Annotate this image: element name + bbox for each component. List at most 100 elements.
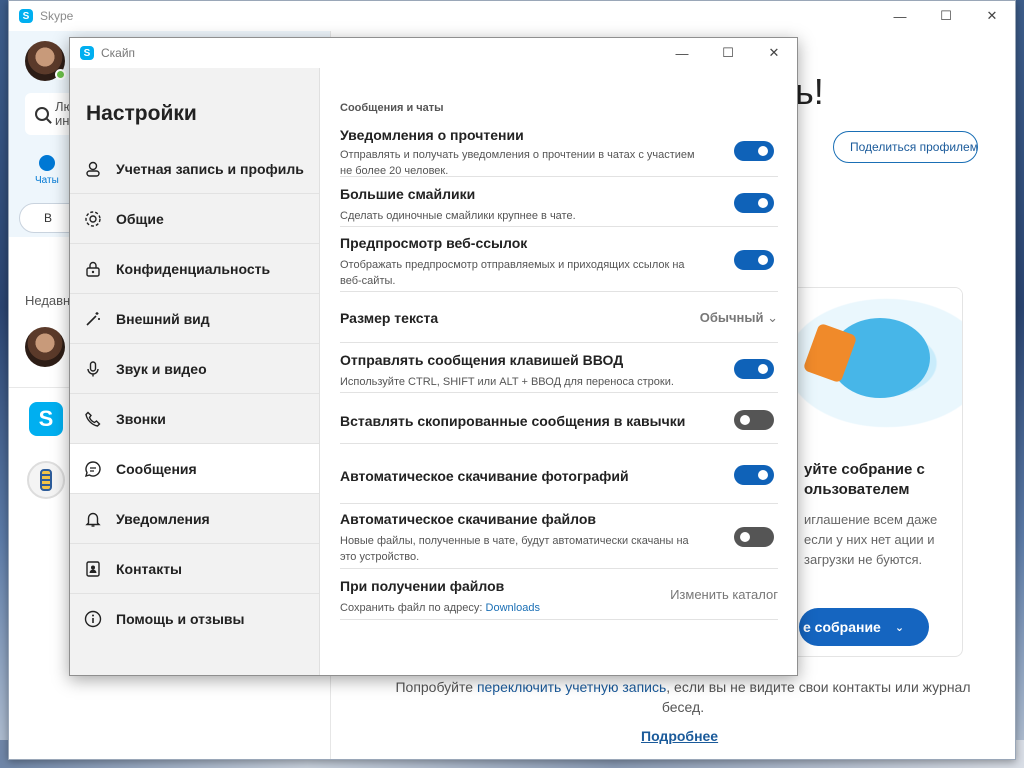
enter-to-send-toggle[interactable]: [734, 359, 774, 379]
setting-read-receipts: Уведомления о прочтении Отправлять и пол…: [340, 120, 778, 177]
skype-logo-icon: S: [80, 46, 94, 60]
settings-nav: Настройки Учетная запись и профиль Общие…: [70, 68, 320, 675]
nav-item-privacy[interactable]: Конфиденциальность: [70, 244, 319, 294]
start-meeting-button[interactable]: е собрание ⌄: [799, 608, 929, 646]
setting-title: Отправлять сообщения клавишей ВВОД: [340, 352, 624, 368]
nav-item-appearance[interactable]: Внешний вид: [70, 294, 319, 344]
meet-card-text: иглашение всем даже если у них нет ации …: [804, 512, 938, 567]
avatar[interactable]: [25, 41, 66, 81]
nav-label: Звонки: [116, 410, 166, 427]
chevron-down-icon: ⌄: [767, 310, 778, 325]
recent-chat-avatar[interactable]: [25, 327, 65, 367]
setting-description: Новые файлы, полученные в чате, будут ав…: [340, 535, 689, 563]
window-title: Skype: [40, 9, 74, 23]
setting-description: Отображать предпросмотр отправляемых и п…: [340, 259, 685, 287]
lock-icon: [82, 258, 104, 280]
tab-chats-label: Чаты: [35, 175, 59, 186]
chat-bubble-icon: [38, 155, 55, 171]
dialog-close-button[interactable]: ✕: [751, 38, 797, 68]
nav-item-account[interactable]: Учетная запись и профиль: [70, 144, 319, 194]
greeting-text: ь!: [795, 71, 824, 112]
text-size-value: Обычный: [699, 310, 764, 325]
main-titlebar: S Skype — ☐ ✕: [9, 1, 1015, 31]
setting-enter-to-send: Отправлять сообщения клавишей ВВОД Испол…: [340, 343, 778, 393]
nav-item-help[interactable]: Помощь и отзывы: [70, 594, 319, 644]
share-profile-button[interactable]: Поделиться профилем: [833, 131, 978, 163]
start-meeting-label: е собрание: [803, 619, 881, 635]
nav-label: Помощь и отзывы: [116, 611, 245, 627]
microphone-icon: [82, 358, 104, 380]
nav-item-audio-video[interactable]: Звук и видео: [70, 344, 319, 394]
nav-item-notifications[interactable]: Уведомления: [70, 494, 319, 544]
bot-chat-icon[interactable]: [27, 461, 65, 499]
chat-bubble-icon: [82, 458, 104, 480]
setting-title: Большие смайлики: [340, 186, 476, 202]
close-button[interactable]: ✕: [969, 1, 1015, 31]
meet-now-card: уйте собрание с ользователем иглашение в…: [769, 287, 963, 657]
auto-download-photos-toggle[interactable]: [734, 465, 774, 485]
online-status-icon: [55, 69, 66, 80]
tab-chats[interactable]: Чаты: [35, 155, 59, 186]
change-folder-button[interactable]: Изменить каталог: [670, 587, 778, 602]
large-emoticons-toggle[interactable]: [734, 193, 774, 213]
save-location-prefix: Сохранить файл по адресу:: [340, 602, 486, 614]
maximize-button[interactable]: ☐: [923, 1, 969, 31]
nav-label: Сообщения: [116, 460, 197, 477]
setting-link-preview: Предпросмотр веб-ссылок Отображать предп…: [340, 227, 778, 292]
setting-title: Предпросмотр веб-ссылок: [340, 235, 528, 251]
meet-now-label: В: [44, 211, 53, 225]
skype-chat-icon[interactable]: S: [29, 402, 63, 436]
nav-item-contacts[interactable]: Контакты: [70, 544, 319, 594]
settings-heading: Настройки: [86, 102, 197, 125]
quote-pasted-toggle[interactable]: [734, 410, 774, 430]
nav-label: Учетная запись и профиль: [116, 160, 304, 177]
contact-book-icon: [82, 558, 104, 580]
skype-logo-icon: S: [19, 9, 33, 23]
setting-title: Автоматическое скачивание файлов: [340, 511, 596, 527]
search-icon: [35, 107, 49, 121]
phone-icon: [82, 408, 104, 430]
meeting-illustration: [770, 288, 962, 438]
downloads-folder-link[interactable]: Downloads: [486, 602, 540, 614]
nav-label: Звук и видео: [116, 360, 207, 377]
settings-dialog: S Скайп — ☐ ✕ Настройки Учетная запись и…: [69, 37, 798, 676]
switch-account-link[interactable]: переключить учетную запись: [477, 679, 666, 695]
setting-text-size: Размер текста Обычный ⌄: [340, 292, 778, 343]
dialog-maximize-button[interactable]: ☐: [705, 38, 751, 68]
link-preview-toggle[interactable]: [734, 250, 774, 270]
setting-title: Автоматическое скачивание фотографий: [340, 468, 629, 484]
nav-label: Уведомления: [116, 510, 210, 527]
dialog-minimize-button[interactable]: —: [659, 38, 705, 68]
search-placeholder-line2: ин: [55, 113, 70, 128]
section-title: Сообщения и чаты: [340, 102, 444, 114]
text-size-dropdown[interactable]: Обычный ⌄: [700, 310, 778, 326]
setting-description: Используйте CTRL, SHIFT или ALT + ВВОД д…: [340, 376, 674, 388]
setting-large-emoticons: Большие смайлики Сделать одиночные смайл…: [340, 177, 778, 227]
learn-more-link[interactable]: Подробнее: [641, 728, 718, 744]
nav-label: Общие: [116, 210, 164, 227]
minimize-button[interactable]: —: [877, 1, 923, 31]
nav-item-messages[interactable]: Сообщения: [70, 444, 319, 494]
nav-label: Конфиденциальность: [116, 260, 271, 277]
bell-icon: [82, 508, 104, 530]
switch-text-before: Попробуйте: [395, 679, 477, 695]
auto-download-files-toggle[interactable]: [734, 527, 774, 547]
setting-auto-download-photos: Автоматическое скачивание фотографий: [340, 444, 778, 504]
setting-quote-pasted: Вставлять скопированные сообщения в кавы…: [340, 393, 778, 444]
switch-text-after: , если вы не видите свои контакты или жу…: [661, 679, 971, 715]
chevron-down-icon: ⌄: [894, 621, 905, 634]
setting-title: Вставлять скопированные сообщения в кавы…: [340, 413, 686, 429]
nav-label: Внешний вид: [116, 310, 210, 327]
dialog-titlebar: S Скайп — ☐ ✕: [70, 38, 797, 68]
setting-description: Сохранить файл по адресу: Downloads: [340, 600, 700, 616]
person-icon: [82, 158, 104, 180]
nav-item-general[interactable]: Общие: [70, 194, 319, 244]
setting-receive-files: При получении файлов Сохранить файл по а…: [340, 569, 778, 620]
meet-card-title: уйте собрание с ользователем: [804, 461, 925, 498]
dialog-title: Скайп: [101, 46, 136, 60]
info-icon: [82, 608, 104, 630]
read-receipts-toggle[interactable]: [734, 141, 774, 161]
switch-account-hint: Попробуйте переключить учетную запись, е…: [393, 677, 973, 717]
nav-item-calls[interactable]: Звонки: [70, 394, 319, 444]
magic-wand-icon: [82, 308, 104, 330]
